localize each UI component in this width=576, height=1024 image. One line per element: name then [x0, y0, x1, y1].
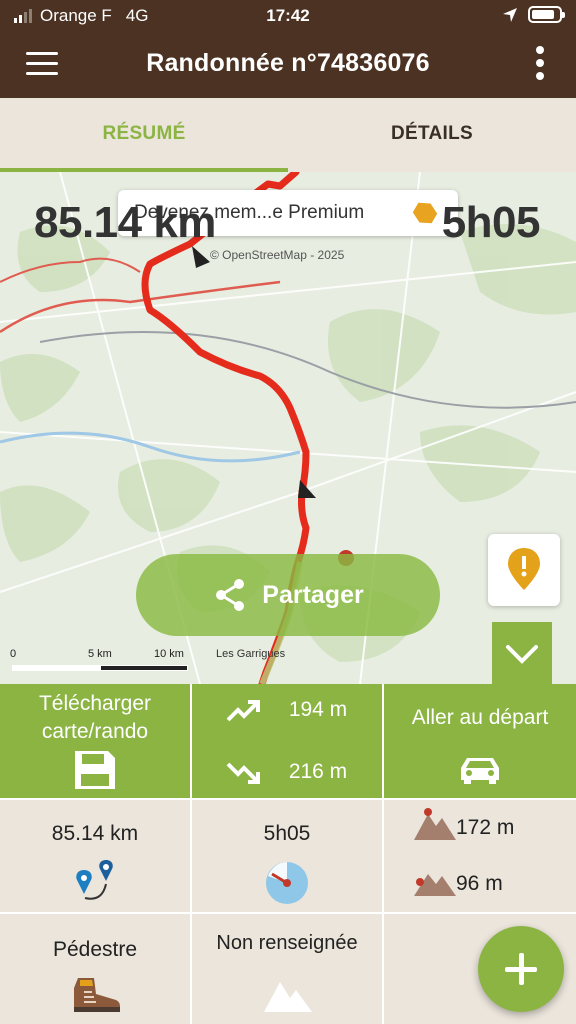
distance-cell: 85.14 km — [0, 800, 190, 912]
ascent-value: 194 m — [288, 698, 348, 721]
duration-overlay: 5h05 — [441, 198, 541, 247]
route-pins-icon — [76, 860, 113, 900]
vertical-dots-icon[interactable] — [536, 46, 546, 84]
go-to-start-button[interactable]: Aller au départ — [384, 684, 576, 798]
collapse-map-button[interactable] — [492, 622, 552, 684]
distance-overlay: 85.14 km — [34, 198, 216, 247]
altitude-cell: 172 m 96 m — [384, 800, 576, 912]
duration-value: 5h05 — [263, 822, 311, 845]
elevation-gain-loss: 194 m 216 m — [192, 684, 382, 798]
difficulty-cell: Non renseignée — [192, 914, 382, 1024]
tab-details[interactable]: DÉTAILS — [288, 98, 576, 172]
difficulty-value: Non renseignée — [216, 932, 358, 954]
warning-pin-icon — [508, 548, 540, 590]
route-map[interactable]: Devenez mem...e Premium © OpenStreetMap … — [0, 172, 576, 684]
tab-bar: RÉSUMÉ DÉTAILS — [0, 98, 576, 172]
max-altitude-value: 172 m — [456, 816, 515, 839]
activity-value: Pédestre — [52, 938, 138, 961]
chevron-down-icon — [506, 645, 538, 664]
map-place-label: Les Garrigues — [216, 648, 286, 660]
go-to-start-label: Aller au départ — [411, 706, 549, 729]
share-icon — [216, 579, 245, 611]
status-bar: Orange F 4G 17:42 — [0, 0, 576, 32]
report-issue-button[interactable] — [488, 534, 560, 606]
scale-label-0: 0 — [10, 648, 17, 660]
map-scale: 0 5 km 10 km — [8, 648, 188, 678]
clock: 17:42 — [266, 6, 310, 25]
duration-cell: 5h05 — [192, 800, 382, 912]
download-map-button[interactable]: Télécharger carte/rando — [0, 684, 190, 798]
distance-value: 85.14 km — [51, 822, 139, 845]
battery-icon — [528, 6, 565, 23]
activity-cell: Pédestre — [0, 914, 190, 1024]
mountain-outline-icon — [264, 982, 312, 1012]
mountain-peak-icon — [414, 808, 456, 840]
share-label: Partager — [262, 580, 364, 609]
download-label: Télécharger carte/rando — [38, 692, 152, 743]
min-altitude-value: 96 m — [456, 872, 503, 895]
tab-resume[interactable]: RÉSUMÉ — [0, 98, 288, 172]
stopwatch-icon — [266, 862, 308, 904]
scale-label-5: 5 km — [88, 648, 112, 660]
floppy-disk-icon — [75, 751, 115, 789]
location-arrow-icon — [503, 7, 517, 22]
hiking-boot-icon — [74, 978, 120, 1012]
mountain-low-icon — [414, 874, 456, 896]
app-bar: Randonnée n°74836076 — [0, 32, 576, 98]
page-title: Randonnée n°74836076 — [146, 49, 430, 77]
add-button[interactable] — [478, 926, 564, 1012]
descent-value: 216 m — [288, 760, 348, 783]
car-icon — [461, 758, 499, 784]
share-button[interactable]: Partager — [136, 554, 440, 636]
premium-icon — [410, 198, 440, 228]
map-attribution[interactable]: © OpenStreetMap - 2025 — [210, 248, 344, 262]
scale-label-10: 10 km — [154, 648, 184, 660]
